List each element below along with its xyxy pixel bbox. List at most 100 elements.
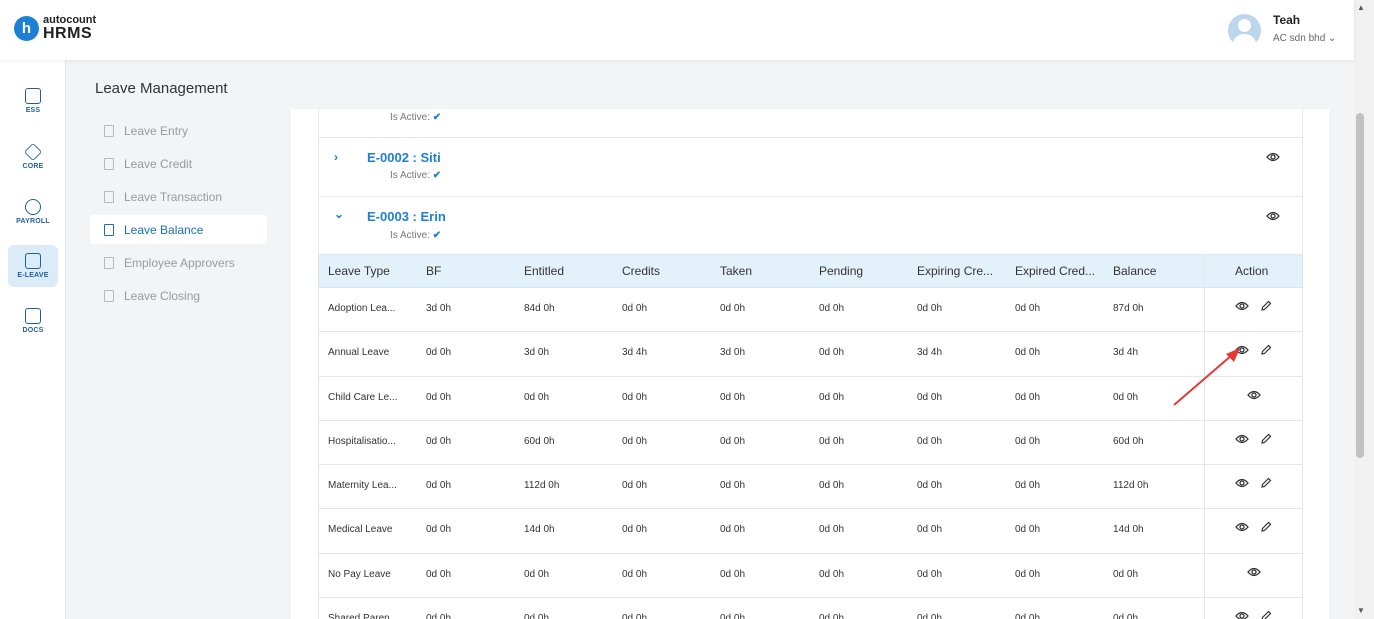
table-cell: 0d 0h — [819, 568, 845, 580]
view-icon[interactable] — [1266, 152, 1280, 162]
menu-item-label: Leave Balance — [124, 222, 204, 237]
module-rail: ESS CORE PAYROLL E-LEAVE DOCS — [0, 60, 66, 619]
column-header[interactable]: Entitled — [524, 264, 564, 278]
view-icon[interactable] — [1235, 434, 1249, 444]
rail-label: PAYROLL — [16, 218, 50, 225]
document-icon — [25, 308, 41, 324]
table-cell: 0d 0h — [426, 347, 452, 359]
table-cell: 0d 0h — [819, 480, 845, 492]
employee-title[interactable]: E-0003 : Erin — [367, 209, 446, 224]
rail-item-e-leave[interactable]: E-LEAVE — [8, 245, 58, 287]
column-header[interactable]: BF — [426, 264, 441, 278]
edit-icon[interactable] — [1260, 300, 1272, 312]
chevron-right-icon[interactable]: › — [334, 150, 338, 164]
is-active-status: Is Active: ✔ — [390, 170, 442, 181]
employee-title[interactable]: E-0002 : Siti — [367, 150, 441, 165]
menu-item-icon — [104, 157, 114, 170]
rail-label: DOCS — [22, 327, 44, 334]
menu-item-icon — [104, 256, 114, 269]
menu-item-leave-closing[interactable]: Leave Closing — [90, 281, 267, 310]
column-divider — [1204, 288, 1205, 332]
chevron-down-icon[interactable]: ⌄ — [334, 207, 344, 221]
employee-row[interactable]: ⌄ E-0003 : Erin Is Active: ✔ — [318, 197, 1303, 255]
table-cell: 0d 0h — [720, 480, 746, 492]
table-row: Adoption Lea... 3d 0h 84d 0h 0d 0h 0d 0h 0d 0… — [319, 288, 1302, 333]
table-cell: 112d 0h — [524, 480, 560, 492]
annotation-arrow-icon — [1173, 348, 1240, 406]
rail-label: CORE — [22, 163, 44, 170]
scrollbar-thumb[interactable] — [1356, 113, 1364, 458]
table-cell: 112d 0h — [1113, 480, 1149, 492]
user-menu[interactable]: Teah AC sdn bhd ⌄ — [1228, 14, 1336, 47]
table-row: Shared Paren... 0d 0h 0d 0h 0d 0h 0d 0h 0d 0h… — [319, 598, 1302, 619]
table-cell: 0d 0h — [720, 435, 746, 447]
table-cell: 0d 0h — [622, 435, 648, 447]
table-cell: 3d 4h — [917, 347, 943, 359]
table-cell: 0d 0h — [720, 524, 746, 536]
employee-row[interactable]: › E-0002 : Siti Is Active: ✔ — [318, 138, 1303, 197]
table-cell: 14d 0h — [524, 524, 555, 536]
menu-item-icon — [104, 124, 114, 137]
column-header[interactable]: Pending — [819, 264, 863, 278]
rail-item-docs[interactable]: DOCS — [8, 300, 58, 342]
column-header: Action — [1235, 264, 1269, 278]
table-cell: 0d 0h — [1015, 524, 1041, 536]
company-selector[interactable]: AC sdn bhd ⌄ — [1273, 33, 1336, 44]
column-header[interactable]: Credits — [622, 264, 660, 278]
table-row: Child Care Le... 0d 0h 0d 0h 0d 0h 0d 0h 0d 0… — [319, 376, 1302, 421]
rail-label: E-LEAVE — [17, 272, 49, 279]
view-icon[interactable] — [1235, 301, 1249, 311]
column-header[interactable]: Expiring Cre... — [917, 264, 993, 278]
check-icon: ✔ — [432, 230, 442, 241]
view-icon[interactable] — [1235, 611, 1249, 619]
rail-item-ess[interactable]: ESS — [8, 80, 58, 122]
leave-type-cell: Shared Paren... — [328, 613, 399, 619]
logo-mark-icon: h — [14, 16, 39, 41]
rail-item-payroll[interactable]: PAYROLL — [8, 191, 58, 233]
menu-item-employee-approvers[interactable]: Employee Approvers — [90, 248, 267, 277]
column-divider — [1204, 598, 1205, 619]
column-header[interactable]: Expired Cred... — [1015, 264, 1095, 278]
table-cell: 0d 0h — [917, 524, 943, 536]
view-icon[interactable] — [1235, 478, 1249, 488]
table-cell: 3d 0h — [720, 347, 746, 359]
menu-item-leave-transaction[interactable]: Leave Transaction — [90, 182, 267, 211]
table-cell: 3d 0h — [426, 303, 452, 314]
edit-icon[interactable] — [1260, 477, 1272, 489]
menu-item-icon — [104, 223, 114, 236]
column-header[interactable]: Leave Type — [328, 264, 390, 278]
table-cell: 0d 0h — [426, 480, 452, 492]
view-icon[interactable] — [1266, 211, 1280, 221]
table-cell: 0d 0h — [819, 613, 845, 619]
table-body: Adoption Lea... 3d 0h 84d 0h 0d 0h 0d 0h 0d 0… — [319, 288, 1302, 619]
app-logo[interactable]: h autocount HRMS — [14, 15, 96, 42]
edit-icon[interactable] — [1260, 610, 1272, 619]
table-cell: 3d 0h — [524, 347, 550, 359]
avatar[interactable] — [1228, 14, 1261, 47]
menu-item-leave-entry[interactable]: Leave Entry — [90, 116, 267, 145]
table-cell: 87d 0h — [1113, 303, 1144, 314]
check-icon: ✔ — [432, 170, 442, 181]
rail-label: ESS — [25, 107, 41, 114]
column-header[interactable]: Balance — [1113, 264, 1156, 278]
user-id-icon — [25, 88, 41, 104]
table-cell: 0d 0h — [622, 524, 648, 536]
menu-item-leave-balance[interactable]: Leave Balance — [90, 215, 267, 244]
scroll-up-icon[interactable]: ▲ — [1357, 3, 1365, 12]
table-cell: 0d 0h — [1015, 613, 1041, 619]
view-icon[interactable] — [1235, 522, 1249, 532]
rail-item-core[interactable]: CORE — [8, 136, 58, 178]
column-header[interactable]: Taken — [720, 264, 752, 278]
scroll-down-icon[interactable]: ▼ — [1357, 606, 1365, 615]
edit-icon[interactable] — [1260, 433, 1272, 445]
table-cell: 0d 0h — [917, 613, 943, 619]
table-row: Hospitalisatio... 0d 0h 60d 0h 0d 0h 0d 0h 0d… — [319, 420, 1302, 466]
table-cell: 0d 0h — [819, 435, 845, 447]
edit-icon[interactable] — [1260, 521, 1272, 533]
table-cell: 0d 0h — [524, 613, 550, 619]
edit-icon[interactable] — [1260, 344, 1272, 356]
menu-item-leave-credit[interactable]: Leave Credit — [90, 149, 267, 178]
view-icon[interactable] — [1247, 567, 1261, 577]
table-cell: 0d 0h — [1015, 480, 1041, 492]
table-cell: 0d 0h — [426, 568, 452, 580]
